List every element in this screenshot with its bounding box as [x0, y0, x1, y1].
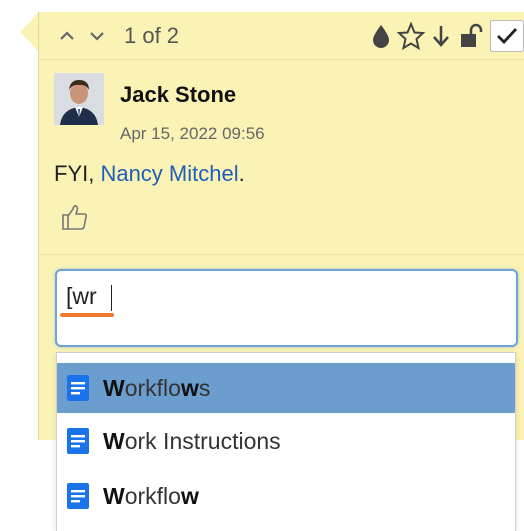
- comment-text-prefix: FYI,: [54, 161, 101, 186]
- document-icon: [67, 428, 89, 454]
- suggestion-item[interactable]: Workflows: [57, 363, 515, 413]
- suggestion-item[interactable]: Work Instructions: [57, 416, 515, 466]
- star-icon[interactable]: [396, 20, 426, 52]
- check-button[interactable]: [490, 20, 524, 52]
- arrow-down-icon[interactable]: [426, 20, 456, 52]
- reply-input[interactable]: [wr: [55, 269, 518, 347]
- comment-toolbar: [366, 20, 524, 52]
- check-icon: [497, 28, 518, 45]
- document-icon: [67, 483, 89, 509]
- comment-counter: 1 of 2: [124, 23, 180, 48]
- comment-author: Jack Stone: [120, 82, 237, 107]
- comment-header: 1 of 2: [38, 12, 524, 60]
- suggestion-label: Workflows: [103, 374, 211, 401]
- navigation: 1 of 2: [56, 24, 179, 48]
- comment-text: FYI, Nancy Mitchel.: [54, 161, 245, 187]
- suggestion-item[interactable]: Workflow: [57, 471, 515, 521]
- comment-date: Apr 15, 2022 09:56: [120, 124, 265, 143]
- chevron-up-icon[interactable]: [56, 25, 78, 47]
- unlock-icon[interactable]: [456, 20, 486, 52]
- panel-notch: [20, 12, 39, 52]
- text-caret: [111, 285, 112, 311]
- divider: [38, 254, 524, 255]
- mention-link[interactable]: Nancy Mitchel: [100, 161, 238, 186]
- reply-input-value: [wr: [66, 283, 97, 309]
- chevron-down-icon[interactable]: [86, 25, 108, 47]
- droplet-icon[interactable]: [366, 20, 396, 52]
- suggestion-label: Workflow: [103, 482, 199, 509]
- comment-text-suffix: .: [238, 161, 245, 186]
- thumbs-up-icon[interactable]: [60, 202, 90, 232]
- autocomplete-dropdown: Workflows Work Instructions Workflow: [56, 352, 516, 531]
- spellcheck-underline: [60, 313, 114, 317]
- document-icon: [67, 375, 89, 401]
- suggestion-label: Work Instructions: [103, 427, 281, 454]
- avatar: [54, 73, 104, 125]
